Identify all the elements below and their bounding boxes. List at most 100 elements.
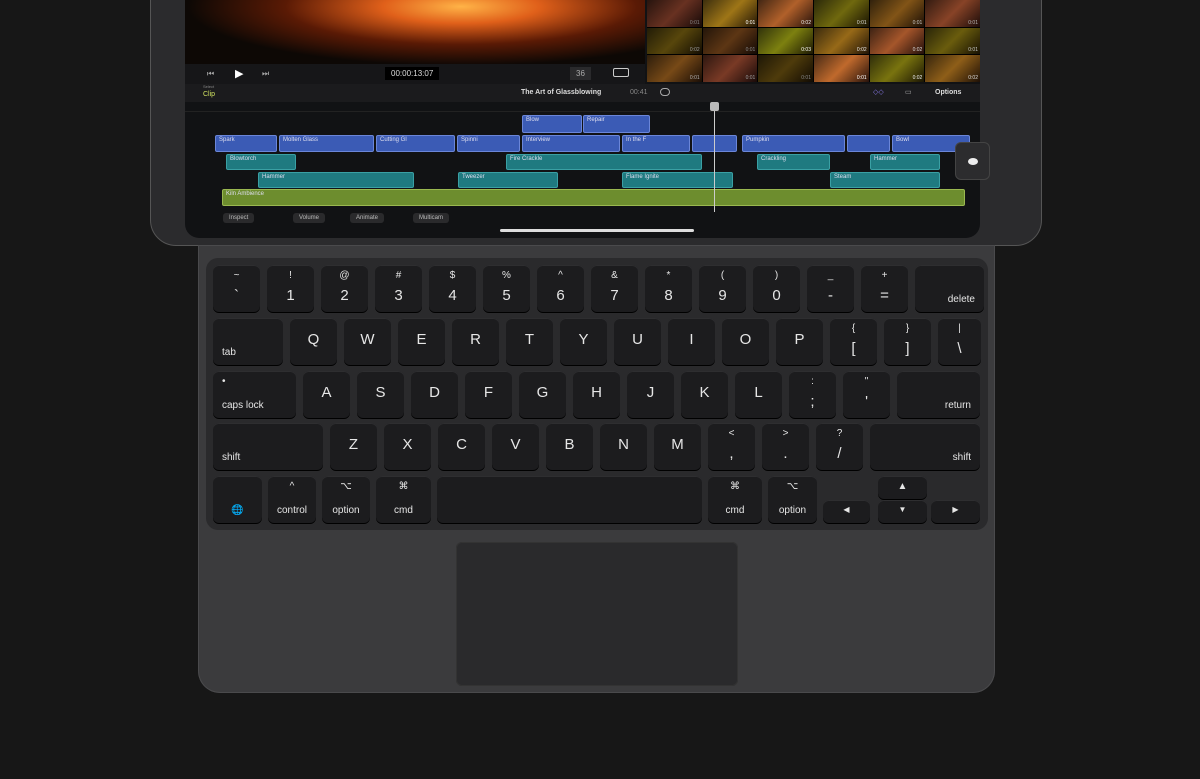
key[interactable]: shift [213,423,323,470]
key[interactable]: >. [762,423,809,470]
key[interactable]: {[ [830,318,877,365]
key[interactable]: @2 [321,265,368,312]
music-clip[interactable]: Kiln Ambience [222,189,965,206]
key[interactable]: W [344,318,391,365]
key[interactable]: S [357,371,404,418]
key[interactable]: N [600,423,647,470]
key[interactable]: | \ [938,318,981,365]
audio-clip[interactable]: Steam [830,172,940,188]
key[interactable]: • caps lock [213,371,296,418]
audio-clip[interactable]: Hammer [258,172,414,188]
key[interactable]: T [506,318,553,365]
key[interactable]: Q [290,318,337,365]
key[interactable]: R [452,318,499,365]
key[interactable]: (9 [699,265,746,312]
key-label: 4 [448,287,457,304]
volume-button[interactable]: Volume [293,213,326,223]
video-clip[interactable]: Pumpkin [742,135,845,152]
key[interactable]: :; [789,371,836,418]
multicam-button[interactable]: Multicam [413,213,450,223]
audio-clip[interactable]: Flame Ignite [622,172,733,188]
key[interactable]: F [465,371,512,418]
jog-wheel[interactable] [955,142,990,180]
key[interactable]: ▼ [878,500,927,523]
key[interactable]: & 7 [591,265,638,312]
playhead-handle[interactable] [710,102,719,111]
key[interactable]: ? / [816,423,863,470]
key[interactable]: K [681,371,728,418]
key-shift-label: > [782,428,789,439]
video-clip[interactable]: Spark [215,135,277,152]
key[interactable]: G [519,371,566,418]
video-clip[interactable]: Cutting Gl [376,135,455,152]
connected-video-clip[interactable]: Repair [583,115,650,133]
connected-video-clip[interactable]: Blow [522,115,582,133]
key[interactable]: ! 1 [267,265,314,312]
key[interactable]: " ' [843,371,890,418]
key[interactable]: ^ control [268,476,316,523]
video-clip[interactable]: Spinni [457,135,520,152]
trackpad[interactable] [456,542,738,686]
key[interactable]: ⌥ option [768,476,817,523]
key[interactable]: #3 [375,265,422,312]
key[interactable]: X [384,423,431,470]
key[interactable]: _ - [807,265,854,312]
audio-clip[interactable]: Crackling [757,154,830,170]
audio-clip[interactable]: Fire Crackle [506,154,702,170]
key-shift-label: " [864,376,869,387]
key-label: W [360,331,375,348]
key[interactable]: ~ ` [213,265,260,312]
key[interactable]: <, [708,423,755,470]
key[interactable]: B [546,423,593,470]
key[interactable]: % 5 [483,265,530,312]
key[interactable]: ◀ [823,500,870,523]
video-clip[interactable] [847,135,890,152]
audio-clip[interactable]: Hammer [870,154,940,170]
key-label: ' [865,393,868,410]
inspect-button[interactable]: Inspect [223,213,255,223]
video-clip[interactable]: In the F [622,135,690,152]
key[interactable]: ▲ [878,476,927,499]
timeline[interactable]: Blow Repair Spark Molten Glass Cutting Gl Spi… [185,0,980,238]
key[interactable]: ) 0 [753,265,800,312]
key[interactable] [437,476,702,523]
audio-clip[interactable]: Tweezer [458,172,558,188]
key[interactable]: L [735,371,782,418]
key[interactable]: ⌘ cmd [708,476,762,523]
key[interactable]: $4 [429,265,476,312]
key[interactable]: Y [560,318,607,365]
key[interactable]: C [438,423,485,470]
key[interactable]: }] [884,318,931,365]
key[interactable]: E [398,318,445,365]
playhead[interactable] [714,102,715,212]
key[interactable]: * 8 [645,265,692,312]
key[interactable]: delete [915,265,984,312]
key[interactable]: 🌐 [213,476,262,523]
key[interactable]: M [654,423,701,470]
key-label: F [483,384,494,401]
key[interactable]: A [303,371,350,418]
video-clip[interactable]: Molten Glass [279,135,374,152]
key[interactable]: ⌥ option [322,476,370,523]
key[interactable]: return [897,371,980,418]
key[interactable]: tab [213,318,283,365]
key-shift-label: $ [449,270,456,281]
key[interactable]: O [722,318,769,365]
video-clip[interactable]: Interview [522,135,620,152]
key[interactable]: ▶ [931,500,980,523]
key-label: ◀ [843,505,850,514]
key[interactable]: J [627,371,674,418]
key[interactable]: ⌘ cmd [376,476,431,523]
key[interactable]: shift [870,423,980,470]
key[interactable]: P [776,318,823,365]
key[interactable]: D [411,371,458,418]
key[interactable]: H [573,371,620,418]
audio-clip[interactable]: Blowtorch [226,154,296,170]
key[interactable]: Z [330,423,377,470]
key[interactable]: U [614,318,661,365]
key[interactable]: I [668,318,715,365]
key[interactable]: ^ 6 [537,265,584,312]
key[interactable]: V [492,423,539,470]
animate-button[interactable]: Animate [350,213,385,223]
key[interactable]: + = [861,265,908,312]
